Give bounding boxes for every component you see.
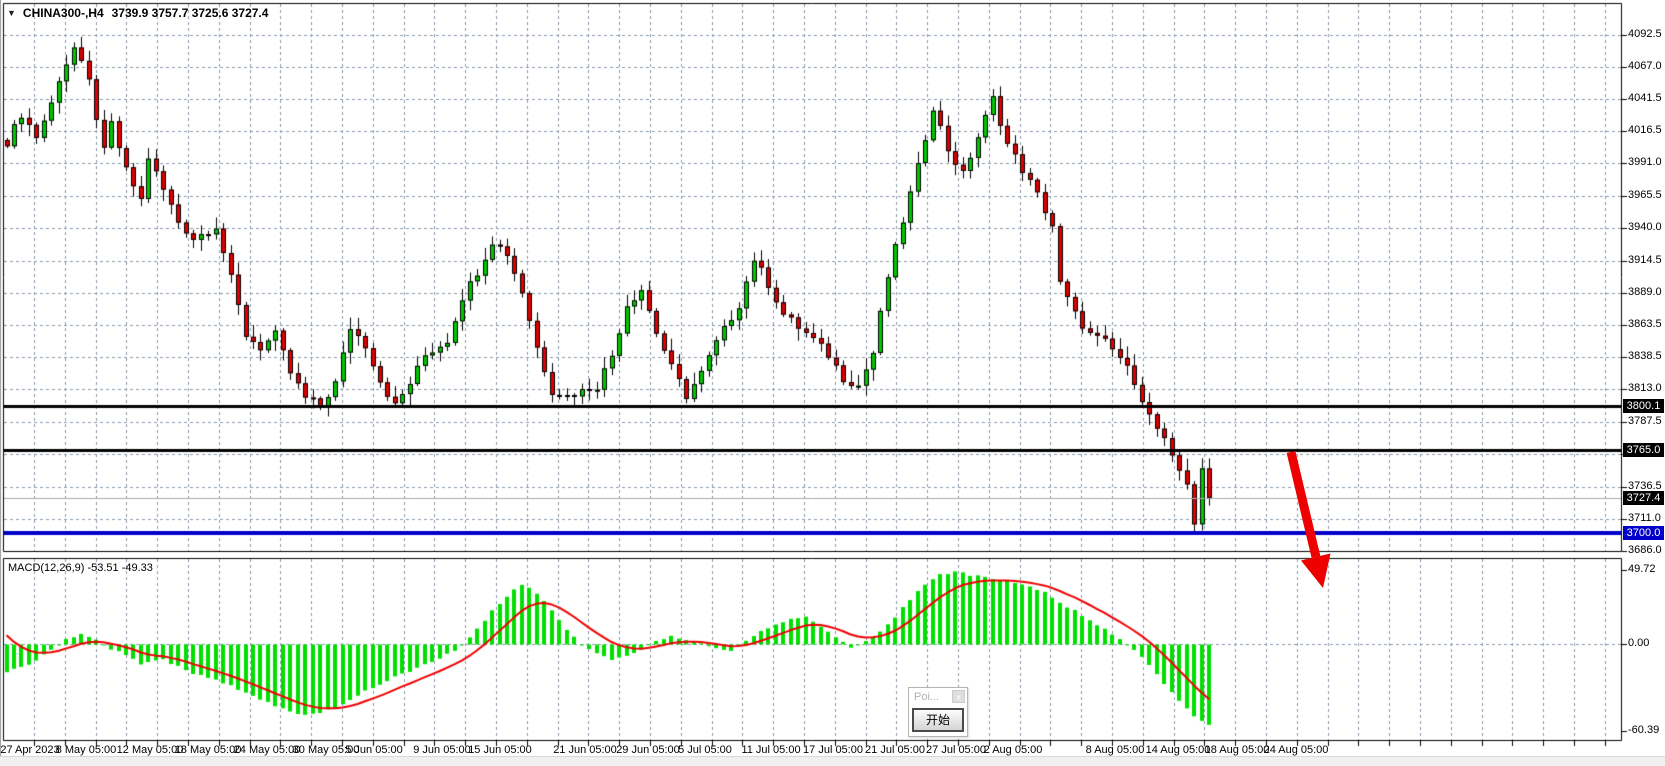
macd-axis-label: -60.39 — [1628, 724, 1659, 737]
chart-title-bar: ▼ CHINA300-,H4 3739.9 3757.7 3725.6 3727… — [7, 6, 268, 20]
price-axis-label: 3914.5 — [1628, 254, 1662, 267]
level-price-badge: 3765.0 — [1623, 443, 1664, 457]
price-axis-label: 3711.0 — [1628, 512, 1661, 525]
ohlc-values-label: 3739.9 3757.7 3725.6 3727.4 — [112, 6, 269, 20]
chart-dropdown-icon[interactable]: ▼ — [7, 8, 16, 18]
time-axis-label: 15 Jun 05:00 — [458, 744, 542, 756]
popup-close-icon[interactable]: x — [952, 690, 965, 703]
symbol-period-label: CHINA300-,H4 — [23, 6, 104, 20]
script-popup-window: Poi... x 开始 — [908, 687, 968, 737]
macd-indicator-label: MACD(12,26,9) -53.51 -49.33 — [8, 562, 153, 574]
start-button[interactable]: 开始 — [912, 708, 964, 732]
price-axis-label: 3838.5 — [1628, 350, 1662, 363]
price-axis-label: 3686.0 — [1628, 544, 1662, 557]
time-axis-label: 2 Aug 05:00 — [971, 744, 1055, 756]
price-axis-label: 4092.5 — [1628, 28, 1662, 41]
price-axis-label: 3991.0 — [1628, 156, 1662, 169]
time-axis-label: 24 Aug 05:00 — [1254, 744, 1338, 756]
macd-axis-label: 49.72 — [1628, 563, 1656, 576]
price-axis-label: 3940.0 — [1628, 221, 1662, 234]
price-axis-label: 4041.5 — [1628, 92, 1662, 105]
popup-title: Poi... — [914, 691, 939, 703]
price-axis-label: 3863.5 — [1628, 318, 1662, 331]
price-axis-label: 4067.0 — [1628, 60, 1662, 73]
mt4-chart-window: { "header": { "dropdown_icon": "▼", "sym… — [0, 0, 1665, 765]
price-axis-label: 3787.5 — [1628, 415, 1662, 428]
price-axis-label: 3889.0 — [1628, 286, 1662, 299]
price-axis-label: 3965.5 — [1628, 189, 1662, 202]
popup-title-bar[interactable]: Poi... x — [909, 688, 967, 707]
level-price-badge: 3727.4 — [1623, 491, 1664, 505]
price-axis-label: 3813.0 — [1628, 382, 1662, 395]
level-price-badge: 3700.0 — [1623, 526, 1664, 540]
chart-canvas[interactable] — [0, 0, 1665, 765]
macd-axis-label: 0.00 — [1628, 637, 1649, 650]
price-axis-label: 4016.5 — [1628, 124, 1662, 137]
level-price-badge: 3800.1 — [1623, 399, 1664, 413]
